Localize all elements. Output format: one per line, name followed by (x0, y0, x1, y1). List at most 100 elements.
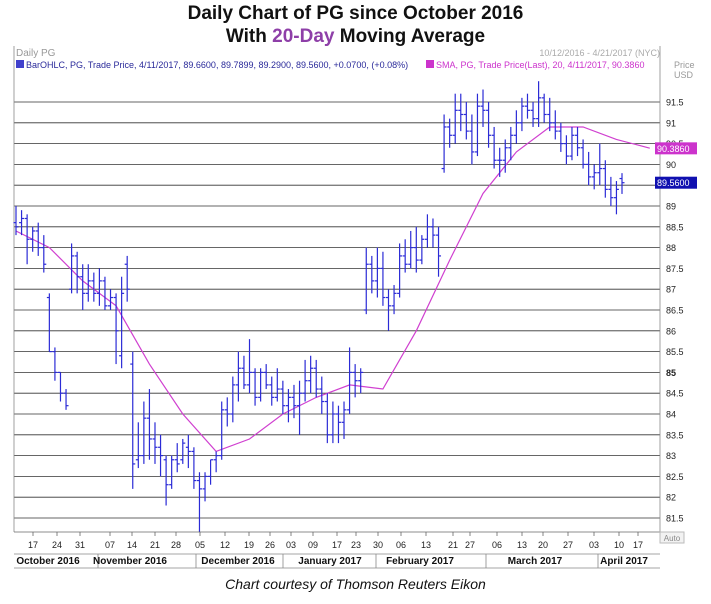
auto-scale-label: Auto (664, 534, 681, 543)
ohlc-bar (619, 173, 625, 194)
ohlc-bar (519, 97, 525, 132)
x-month-label: November 2016 (93, 556, 167, 567)
x-day-label: 17 (28, 540, 38, 550)
ohlc-bar (380, 251, 386, 306)
x-day-label: 09 (308, 540, 318, 550)
symbol-label: Daily PG (16, 48, 56, 59)
chart-caption: Chart courtesy of Thomson Reuters Eikon (225, 576, 486, 592)
ohlc-bar (41, 235, 47, 273)
ohlc-bar (308, 355, 314, 394)
ohlc-bar (85, 264, 91, 302)
ohlc-bar (530, 102, 536, 127)
ohlc-bar (63, 389, 69, 410)
ohlc-bar (602, 160, 608, 198)
ohlc-bar (352, 364, 358, 398)
ohlc-bar (74, 251, 80, 294)
x-day-label: 06 (492, 540, 502, 550)
ohlc-bar (463, 102, 469, 140)
title-prefix: With (225, 26, 273, 47)
x-day-label: 24 (52, 540, 62, 550)
ohlc-bar (613, 181, 619, 215)
chart-title-line2: With 20-Day Moving Average (0, 26, 711, 48)
ohlc-bar (124, 255, 130, 302)
ohlc-bar (347, 347, 353, 414)
x-month-label: October 2016 (16, 556, 80, 567)
ohlc-bar (458, 93, 464, 132)
ohlc-bar (274, 368, 280, 402)
x-day-label: 03 (286, 540, 296, 550)
x-day-label: 28 (171, 540, 181, 550)
ohlc-bar (252, 368, 258, 406)
date-range-label: 10/12/2016 - 4/21/2017 (NYC) (539, 48, 660, 58)
x-day-label: 07 (105, 540, 115, 550)
ohlc-bar (285, 389, 291, 423)
ohlc-bar (413, 226, 419, 273)
ohlc-bar (213, 451, 219, 473)
y-tick-label: 86 (666, 326, 676, 336)
ohlc-bar (80, 264, 86, 310)
ohlc-bar (363, 247, 369, 315)
x-day-label: 21 (150, 540, 160, 550)
ohlc-bar (185, 434, 191, 469)
x-day-label: 05 (195, 540, 205, 550)
ohlc-bar (19, 210, 25, 236)
bar-series-legend[interactable]: BarOHLC, PG, Trade Price, 4/11/2017, 89.… (26, 60, 408, 70)
x-day-label: 31 (75, 540, 85, 550)
ohlc-bar (169, 455, 175, 489)
x-day-label: 10 (614, 540, 624, 550)
x-day-label: 19 (244, 540, 254, 550)
ohlc-bar (474, 93, 480, 157)
ohlc-bar (297, 380, 303, 435)
grid (13, 46, 661, 532)
x-month-label: December 2016 (201, 556, 275, 567)
ohlc-bar (52, 347, 58, 381)
y-tick-label: 84 (666, 410, 676, 420)
ohlc-bar (330, 401, 336, 444)
ohlc-bar (102, 276, 108, 310)
ohlc-bar (552, 110, 558, 140)
y-tick-label: 88 (666, 243, 676, 253)
y-tick-label: 84.5 (666, 389, 684, 399)
y-tick-label: 89 (666, 202, 676, 212)
ohlc-bar (196, 472, 202, 535)
ohlc-bar (436, 226, 442, 277)
x-day-label: 27 (563, 540, 573, 550)
ohlc-bar (402, 239, 408, 273)
ohlc-bar (119, 276, 125, 369)
ohlc-bar (35, 222, 41, 256)
ohlc-bar (541, 93, 547, 123)
sma-series-legend[interactable]: SMA, PG, Trade Price(Last), 20, 4/11/201… (436, 60, 644, 70)
title-highlight: 20-Day (272, 26, 335, 47)
x-month-label: February 2017 (386, 556, 454, 567)
ohlc-bar (263, 364, 269, 390)
last-price-tag-text: 89.5600 (657, 178, 690, 188)
ohlc-bar (324, 393, 330, 444)
bar-series-icon (16, 60, 24, 68)
currency-axis-label: USD (674, 70, 694, 80)
ohlc-bar (152, 422, 158, 464)
ohlc-bar (91, 272, 97, 302)
x-month-label: March 2017 (508, 556, 563, 567)
ohlc-bar (374, 247, 380, 298)
ohlc-bar (30, 226, 36, 252)
ohlc-bar (424, 214, 430, 248)
ohlc-bar (575, 126, 581, 157)
x-day-label: 20 (538, 540, 548, 550)
y-tick-label: 90 (666, 160, 676, 170)
x-day-label: 06 (396, 540, 406, 550)
ohlc-bar (258, 368, 264, 402)
price-chart[interactable]: Daily PG 10/12/2016 - 4/21/2017 (NYC) Pr… (0, 46, 711, 574)
chart-title-line1: Daily Chart of PG since October 2016 (187, 3, 524, 24)
x-day-label: 30 (373, 540, 383, 550)
ohlc-bar (230, 376, 236, 423)
ohlc-bar (341, 401, 347, 439)
ohlc-bar (180, 438, 186, 464)
x-day-label: 17 (332, 540, 342, 550)
y-axis: 81.5 82 82.5 83 83.5 84 84.5 85 85.5 86 86.5 87 87.5… (666, 98, 684, 524)
y-tick-label: 86.5 (666, 306, 684, 316)
y-tick-label: 85 (666, 368, 676, 378)
ohlc-bar (408, 230, 414, 269)
ohlc-bar (591, 164, 597, 190)
ohlc-bar (335, 405, 341, 444)
x-day-label: 26 (265, 540, 275, 550)
